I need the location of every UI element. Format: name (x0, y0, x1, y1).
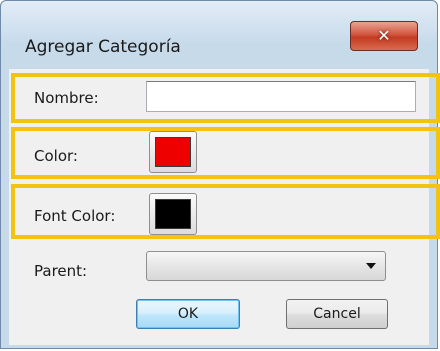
dialog-title: Agregar Categoría (25, 37, 181, 57)
parent-label: Parent: (34, 262, 88, 280)
chevron-down-icon (366, 263, 376, 269)
close-button[interactable]: ✕ (350, 21, 418, 51)
highlight-box-color (11, 127, 440, 179)
cancel-button[interactable]: Cancel (286, 299, 388, 329)
highlight-box-font-color (11, 184, 440, 239)
ok-button[interactable]: OK (136, 299, 240, 329)
close-icon: ✕ (377, 26, 391, 45)
highlight-box-nombre (11, 73, 440, 123)
parent-dropdown[interactable] (146, 251, 386, 281)
